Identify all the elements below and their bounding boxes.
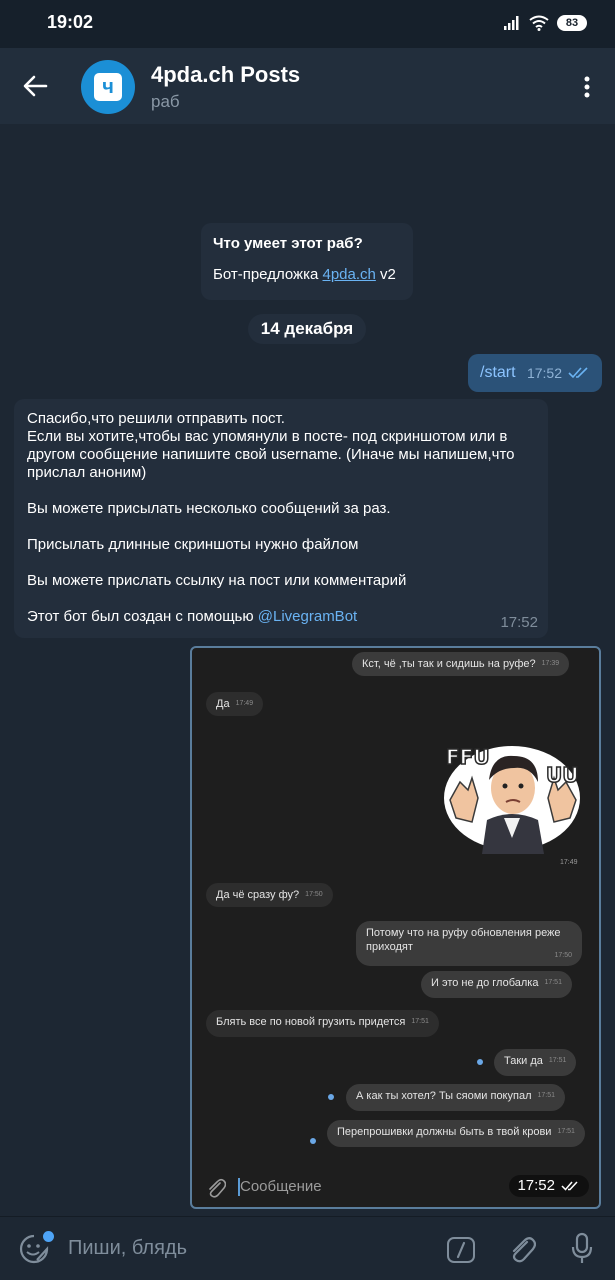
signal-icon	[504, 16, 519, 30]
bot-info-prefix: Бот-предложка	[213, 266, 323, 283]
avatar[interactable]: ч	[81, 60, 135, 114]
outgoing-message-text[interactable]: /start	[480, 364, 516, 381]
photo-time: 17:52	[517, 1177, 555, 1194]
shot-message: Да 17:49	[206, 692, 264, 716]
outgoing-message-meta: 17:52	[527, 354, 590, 392]
outgoing-message[interactable]: /start 17:52	[468, 354, 602, 392]
status-icons: 83	[503, 12, 587, 34]
incoming-line-6-prefix: Этот бот был создан с помощью	[27, 608, 258, 625]
incoming-message[interactable]: Спасибо,что решили отправить пост. Если …	[14, 399, 548, 638]
avatar-logo: ч	[94, 73, 122, 101]
paperclip-icon[interactable]	[508, 1234, 536, 1264]
shot-message: И это не до глобалка 17:51	[421, 971, 572, 998]
sticker-text-left: FFU	[446, 745, 490, 769]
microphone-icon[interactable]	[570, 1232, 594, 1266]
unread-dot	[310, 1138, 316, 1144]
more-vertical-icon[interactable]	[575, 72, 599, 102]
screenshot-photo-message[interactable]: Кст, чё ,ты так и сидишь на руфе? 17:39 Д…	[190, 646, 601, 1209]
emoji-badge	[43, 1231, 54, 1242]
unread-dot	[328, 1094, 334, 1100]
bot-info-heading: Что умеет этот раб?	[213, 235, 363, 252]
shot-message-text: Да	[216, 698, 230, 710]
shot-message: Да чё сразу фу? 17:50	[206, 883, 333, 907]
sticker-text-right: UU	[546, 763, 578, 787]
incoming-line-5: Вы можете прислать ссылку на пост или ко…	[27, 572, 407, 589]
paperclip-icon	[209, 1178, 226, 1198]
bot-info-text: Бот-предложка 4pda.ch v2	[213, 266, 401, 283]
shot-message-time: 17:51	[557, 1128, 575, 1135]
incoming-line-3: Вы можете присылать несколько сообщений …	[27, 500, 391, 517]
chat-header: ч 4pda.ch Posts раб	[0, 48, 615, 124]
bot-info-card: Что умеет этот раб? Бот-предложка 4pda.c…	[201, 223, 413, 300]
screenshot-input-bar: Сообщение 17:52	[192, 1167, 599, 1207]
message-input[interactable]: Пиши, блядь	[68, 1237, 187, 1260]
battery-icon: 83	[557, 15, 587, 31]
photo-timestamp: 17:52	[509, 1175, 589, 1197]
screenshot-input-placeholder: Сообщение	[240, 1178, 322, 1195]
double-check-icon	[568, 367, 588, 379]
shot-message: Блять все по новой грузить придется 17:51	[206, 1010, 439, 1037]
shot-message-time: 17:51	[537, 1092, 556, 1099]
chat-subtitle: раб	[151, 92, 180, 111]
shot-message-time: 17:51	[411, 1018, 429, 1025]
shot-message-time: 17:51	[548, 1057, 567, 1064]
sticker-time: 17:49	[560, 859, 578, 866]
shot-message: Таки да 17:51	[494, 1049, 577, 1076]
sticker-emoji-button[interactable]	[18, 1231, 54, 1265]
sherlock-sticker: FFU UU	[444, 744, 580, 854]
shot-message-time: 17:39	[541, 660, 560, 667]
shot-message-text: Таки да	[504, 1055, 543, 1067]
date-separator: 14 декабря	[248, 314, 366, 344]
incoming-line-6: Этот бот был создан с помощью @LivegramB…	[27, 608, 535, 626]
shot-message-time: 17:51	[544, 979, 562, 986]
status-time: 19:02	[47, 12, 94, 32]
status-bar: 19:02 83	[0, 0, 615, 48]
shot-message: Перепрошивки должны быть в твой крови 17:…	[327, 1120, 585, 1147]
wifi-icon	[529, 15, 549, 31]
incoming-message-time: 17:52	[500, 614, 538, 631]
shot-message-text: Потому что на руфу обновления реже прихо…	[366, 927, 561, 953]
back-arrow-icon[interactable]	[20, 71, 50, 101]
shot-message-time: 17:50	[554, 952, 572, 959]
shot-message: А как ты хотел? Ты сяоми покупал 17:51	[346, 1084, 566, 1111]
message-composer: Пиши, блядь	[0, 1216, 615, 1280]
double-check-icon	[561, 1181, 578, 1191]
shot-message-time: 17:50	[305, 891, 323, 898]
shot-message-text: Да чё сразу фу?	[216, 889, 300, 901]
shot-message-text: И это не до глобалка	[431, 977, 539, 989]
shot-message-text: Кст, чё ,ты так и сидишь на руфе?	[362, 658, 536, 670]
livegram-link[interactable]: @LivegramBot	[258, 608, 357, 625]
shot-message-time: 17:49	[235, 700, 254, 707]
incoming-line-1: Спасибо,что решили отправить пост.	[27, 410, 285, 427]
bot-info-suffix: v2	[375, 266, 396, 283]
bot-info-link[interactable]: 4pda.ch	[322, 266, 375, 283]
shot-message-text: Перепрошивки должны быть в твой крови	[337, 1126, 552, 1138]
incoming-line-4: Присылать длинные скриншоты нужно файлом	[27, 536, 359, 553]
incoming-line-2: Если вы хотите,чтобы вас упомянули в пос…	[27, 428, 515, 481]
shot-message: Потому что на руфу обновления реже прихо…	[356, 921, 582, 966]
shot-message: Кст, чё ,ты так и сидишь на руфе? 17:39	[352, 652, 570, 676]
outgoing-message-time: 17:52	[526, 365, 562, 381]
shot-message-text: Блять все по новой грузить придется	[216, 1016, 406, 1028]
shot-message-text: А как ты хотел? Ты сяоми покупал	[356, 1090, 532, 1102]
unread-dot	[477, 1059, 483, 1065]
slash-command-icon[interactable]	[446, 1236, 476, 1264]
chat-title[interactable]: 4pda.ch Posts	[151, 62, 300, 88]
